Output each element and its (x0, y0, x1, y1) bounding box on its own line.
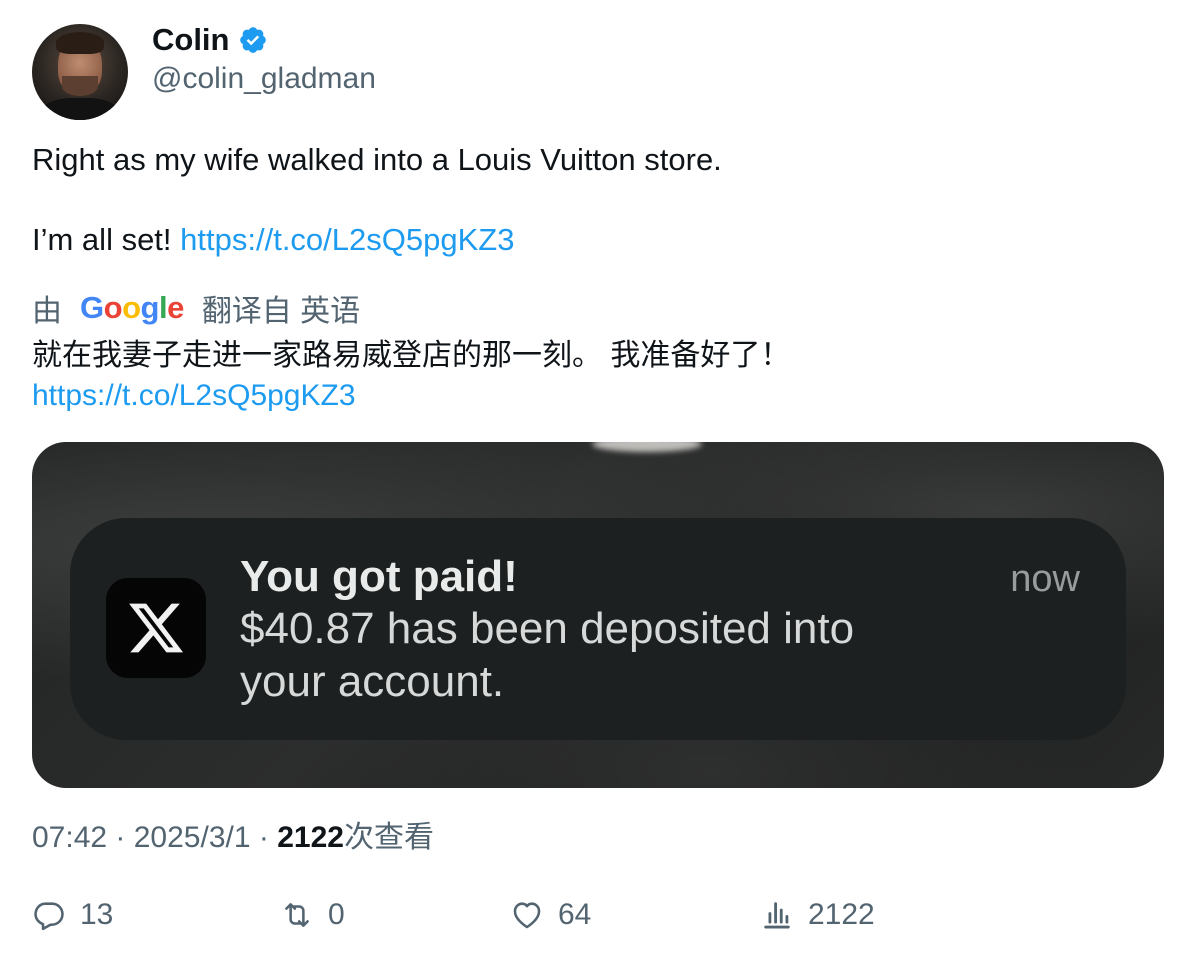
background-light (592, 442, 702, 452)
tweet-media-image[interactable]: You got paid! $40.87 has been deposited … (32, 442, 1164, 788)
verified-badge-icon (238, 25, 268, 55)
analytics-icon (764, 902, 790, 929)
like-count: 64 (558, 898, 592, 931)
reply-icon (34, 902, 64, 931)
tweet-line-1: Right as my wife walked into a Louis Vui… (32, 142, 722, 177)
notification-time: now (1010, 558, 1080, 600)
avatar-shoulders (40, 98, 120, 120)
reply-count: 13 (80, 898, 114, 931)
tweet-time[interactable]: 07:42 (32, 821, 107, 854)
reply-button[interactable]: 13 (32, 898, 113, 932)
translated-text-body: 就在我妻子走进一家路易威登店的那一刻。 我准备好了！ (32, 339, 791, 372)
google-logo: Google (80, 290, 184, 325)
repost-count: 0 (328, 898, 345, 931)
avatar-hair (56, 32, 104, 54)
views-button[interactable]: 2122 (760, 898, 875, 932)
translated-link[interactable]: https://t.co/L2sQ5pgKZ3 (32, 379, 356, 412)
meta-separator: · (258, 821, 278, 854)
repost-button[interactable]: 0 (280, 898, 345, 932)
repost-icon (285, 903, 309, 927)
author-name[interactable]: Colin (152, 22, 230, 58)
author-handle[interactable]: @colin_gladman (152, 62, 376, 96)
translated-by-prefix: 由 (32, 295, 62, 328)
views-label: 次查看 (343, 821, 434, 854)
tweet-line-2-text: I’m all set! (32, 222, 181, 257)
author-name-row[interactable]: Colin (152, 22, 268, 58)
tweet-line-2: I’m all set! https://t.co/L2sQ5pgKZ3 (32, 220, 722, 260)
avatar-beard (62, 76, 98, 96)
notification-body: $40.87 has been deposited into your acco… (240, 604, 855, 706)
tweet-link[interactable]: https://t.co/L2sQ5pgKZ3 (180, 222, 514, 257)
tweet-date[interactable]: 2025/3/1 (134, 821, 251, 854)
meta-separator: · (115, 821, 134, 854)
x-logo-icon (106, 578, 206, 678)
tweet-text: Right as my wife walked into a Louis Vui… (32, 140, 722, 260)
translated-text: 就在我妻子走进一家路易威登店的那一刻。 我准备好了！ https://t.co/… (32, 336, 790, 416)
views-action-count: 2122 (808, 898, 875, 931)
tweet-meta: 07:42 · 2025/3/1 · 2122次查看 (32, 812, 434, 856)
author-avatar[interactable] (32, 24, 128, 120)
like-button[interactable]: 64 (510, 898, 591, 932)
heart-icon (513, 902, 541, 929)
translated-by: 由 Google 翻译自 英语 (32, 286, 360, 330)
translated-from-label: 翻译自 英语 (201, 295, 361, 328)
notification-title: You got paid! (240, 552, 518, 601)
views-count: 2122 (277, 821, 344, 854)
action-bar: 13 0 64 2122 (32, 898, 1164, 938)
payout-notification: You got paid! $40.87 has been deposited … (70, 518, 1126, 740)
